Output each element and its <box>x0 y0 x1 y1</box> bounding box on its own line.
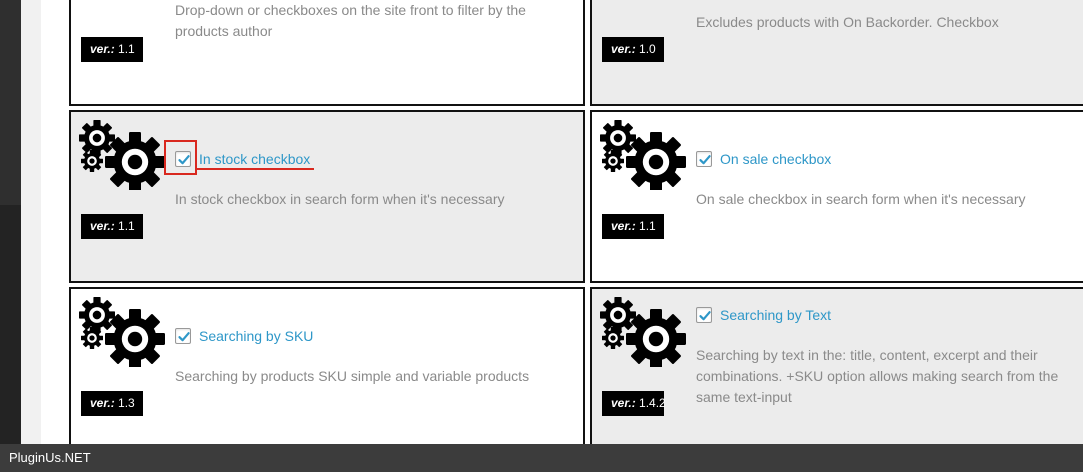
watermark-bar: PluginUs.NET <box>0 444 1083 472</box>
extension-description: Searching by text in the: title, content… <box>696 347 1059 405</box>
highlight-box <box>164 140 197 175</box>
version-badge: ver.: 1.0 <box>602 37 664 62</box>
version-number: 1.1 <box>118 219 135 233</box>
extension-description: In stock checkbox in search form when it… <box>175 191 505 207</box>
version-number: 1.1 <box>118 42 135 56</box>
extension-description: Drop-down or checkboxes on the site fron… <box>175 2 526 39</box>
version-label: ver.: <box>611 219 636 233</box>
page-gutter <box>21 0 41 444</box>
extension-description: Excludes products with On Backorder. Che… <box>696 14 999 30</box>
version-label: ver.: <box>90 219 115 233</box>
version-label: ver.: <box>90 42 115 56</box>
extension-title-link[interactable]: In stock checkbox <box>199 151 310 167</box>
version-badge: ver.: 1.1 <box>602 214 664 239</box>
version-label: ver.: <box>90 396 115 410</box>
watermark-text: PluginUs.NET <box>9 450 91 465</box>
extension-card-on-sale: On sale checkbox On sale checkbox in sea… <box>590 110 1083 283</box>
extension-title-row: Searching by Text <box>696 305 831 325</box>
version-badge: ver.: 1.1 <box>81 37 143 62</box>
check-icon <box>177 330 191 344</box>
version-label: ver.: <box>611 396 636 410</box>
extension-card-sku: Searching by SKU Searching by products S… <box>69 287 585 462</box>
version-number: 1.0 <box>639 42 656 56</box>
activate-checkbox[interactable] <box>175 328 191 344</box>
version-number: 1.3 <box>118 396 135 410</box>
extension-card-text: Searching by Text Searching by text in t… <box>590 287 1083 462</box>
gears-icon <box>600 120 690 190</box>
highlight-underline <box>196 168 314 170</box>
check-icon <box>698 309 712 323</box>
version-number: 1.1 <box>639 219 656 233</box>
extension-card: Excludes products with On Backorder. Che… <box>590 0 1083 106</box>
sidebar-lower-panel <box>0 205 21 444</box>
extension-card: Drop-down or checkboxes on the site fron… <box>69 0 585 106</box>
check-icon <box>698 153 712 167</box>
version-badge: ver.: 1.4.2 <box>602 391 666 416</box>
admin-sidebar <box>0 0 21 444</box>
version-badge: ver.: 1.3 <box>81 391 143 416</box>
extension-description: Searching by products SKU simple and var… <box>175 368 530 384</box>
version-badge: ver.: 1.1 <box>81 214 143 239</box>
extension-description: On sale checkbox in search form when it'… <box>696 191 1026 207</box>
extension-title-link[interactable]: On sale checkbox <box>720 151 831 167</box>
extension-title-row: On sale checkbox <box>696 149 831 169</box>
activate-checkbox[interactable] <box>696 151 712 167</box>
extension-title-row: Searching by SKU <box>175 326 313 346</box>
extension-title-link[interactable]: Searching by SKU <box>199 328 313 344</box>
version-number: 1.4.2 <box>639 396 666 410</box>
gears-icon <box>79 297 169 367</box>
version-label: ver.: <box>611 42 636 56</box>
extension-card-in-stock: In stock checkbox In stock checkbox in s… <box>69 110 585 283</box>
gears-icon <box>600 297 690 367</box>
activate-checkbox[interactable] <box>696 307 712 323</box>
extension-title-link[interactable]: Searching by Text <box>720 307 831 323</box>
gears-icon <box>79 120 169 190</box>
